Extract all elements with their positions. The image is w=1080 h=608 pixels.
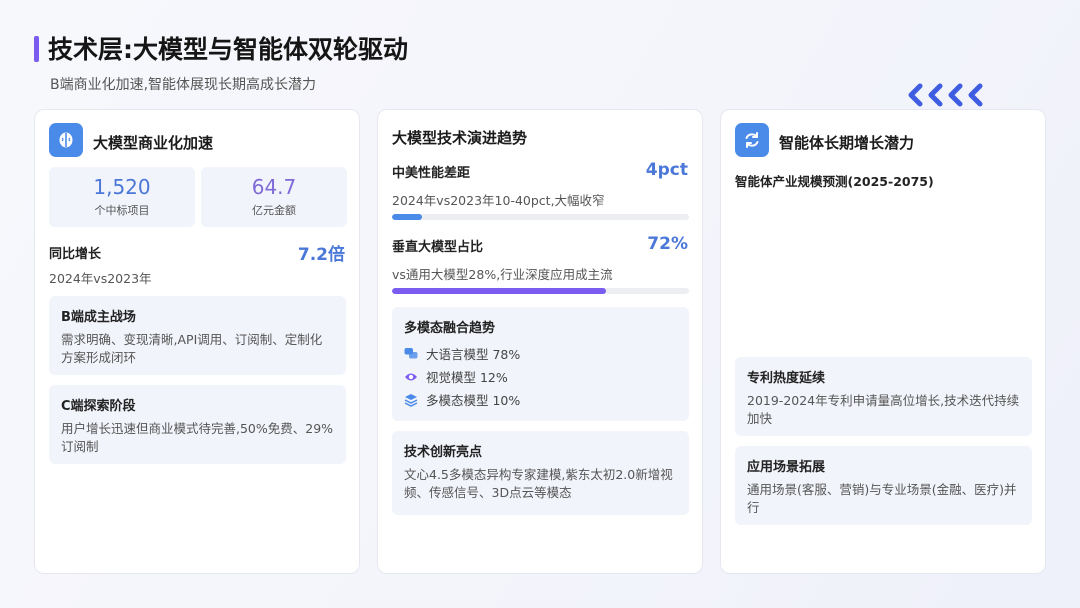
stat-box-projects: 1,520 个中标项目 <box>49 167 195 227</box>
info-title: 多模态融合趋势 <box>404 321 496 336</box>
progress-fill <box>392 288 606 294</box>
info-text: 用户增长迅速但商业模式待完善,50%免费、29%订阅制 <box>61 421 334 454</box>
metric-note: 2024年vs2023年10-40pct,大幅收窄 <box>392 193 605 208</box>
list-item-text: 多模态模型 10% <box>426 393 521 408</box>
growth-label: 同比增长 <box>49 247 102 262</box>
info-box-c-end: C端探索阶段 用户增长迅速但商业模式待完善,50%免费、29%订阅制 <box>49 385 346 464</box>
info-box-multimodal: 多模态融合趋势 大语言模型 78% 视觉模型 12% 多模态模型 10% <box>392 307 689 421</box>
info-box-innovation: 技术创新亮点 文心4.5多模态异构专家建模,紫东太初2.0新增视频、传感信号、3… <box>392 431 689 515</box>
stat-value: 1,520 <box>93 175 151 199</box>
info-text: 需求明确、变现清晰,API调用、订阅制、定制化方案形成闭环 <box>61 332 323 365</box>
card-title: 大模型技术演进趋势 <box>392 129 528 147</box>
info-title: B端成主战场 <box>61 310 136 325</box>
info-box-scenarios: 应用场景拓展 通用场景(客服、营销)与专业场景(金融、医疗)并行 <box>735 446 1032 525</box>
page-title: 技术层:大模型与智能体双轮驱动 <box>48 35 408 64</box>
growth-value: 7.2倍 <box>297 245 345 265</box>
card-title: 大模型商业化加速 <box>93 134 214 152</box>
chevrons-left-icon <box>906 83 990 107</box>
stat-value: 64.7 <box>251 175 297 199</box>
progress-fill <box>392 214 422 220</box>
stat-label: 个中标项目 <box>94 204 150 217</box>
progress-bar-vertical <box>392 288 689 294</box>
info-box-b-end: B端成主战场 需求明确、变现清晰,API调用、订阅制、定制化方案形成闭环 <box>49 296 346 375</box>
chat-bubbles-icon <box>404 347 418 358</box>
title-accent-bar <box>34 36 39 62</box>
card-agent-growth: 智能体长期增长潜力 智能体产业规模预测(2025-2075) 专利热度延续 20… <box>720 109 1046 574</box>
stat-label: 亿元金额 <box>252 204 296 217</box>
info-title: 专利热度延续 <box>747 371 826 386</box>
eye-icon <box>405 373 417 380</box>
list-item: 多模态模型 10% <box>404 388 677 411</box>
progress-bar-gap <box>392 214 689 220</box>
list-item-text: 大语言模型 78% <box>426 347 521 362</box>
page-subtitle: B端商业化加速,智能体展现长期高成长潜力 <box>50 77 317 93</box>
metric-label: 垂直大模型占比 <box>392 240 484 255</box>
info-title: 技术创新亮点 <box>404 445 483 460</box>
list-item: 大语言模型 78% <box>404 342 677 365</box>
metric-value: 4pct <box>645 160 688 180</box>
metric-note: vs通用大模型28%,行业深度应用成主流 <box>392 267 613 282</box>
list-item-text: 视觉模型 12% <box>426 370 508 385</box>
info-title: C端探索阶段 <box>61 399 136 414</box>
info-text: 通用场景(客服、营销)与专业场景(金融、医疗)并行 <box>747 482 1017 515</box>
card-title: 智能体长期增长潜力 <box>779 134 915 152</box>
brain-icon <box>49 123 83 157</box>
metric-label: 中美性能差距 <box>392 166 471 181</box>
info-text: 2019-2024年专利申请量高位增长,技术迭代持续加快 <box>747 393 1020 426</box>
card-commercialization: 大模型商业化加速 1,520 个中标项目 64.7 亿元金额 同比增长 7.2倍… <box>34 109 360 574</box>
chart-caption: 智能体产业规模预测(2025-2075) <box>735 174 934 189</box>
card-tech-trends: 大模型技术演进趋势 中美性能差距 4pct 2024年vs2023年10-40p… <box>377 109 703 574</box>
refresh-icon <box>735 123 769 157</box>
list-item: 视觉模型 12% <box>404 365 677 388</box>
info-text: 文心4.5多模态异构专家建模,紫东太初2.0新增视频、传感信号、3D点云等模态 <box>404 467 673 500</box>
metric-value: 72% <box>647 234 688 254</box>
info-title: 应用场景拓展 <box>747 460 826 475</box>
growth-note: 2024年vs2023年 <box>49 271 152 286</box>
layers-icon <box>404 393 418 407</box>
info-box-patent: 专利热度延续 2019-2024年专利申请量高位增长,技术迭代持续加快 <box>735 357 1032 436</box>
stat-box-amount: 64.7 亿元金额 <box>201 167 347 227</box>
